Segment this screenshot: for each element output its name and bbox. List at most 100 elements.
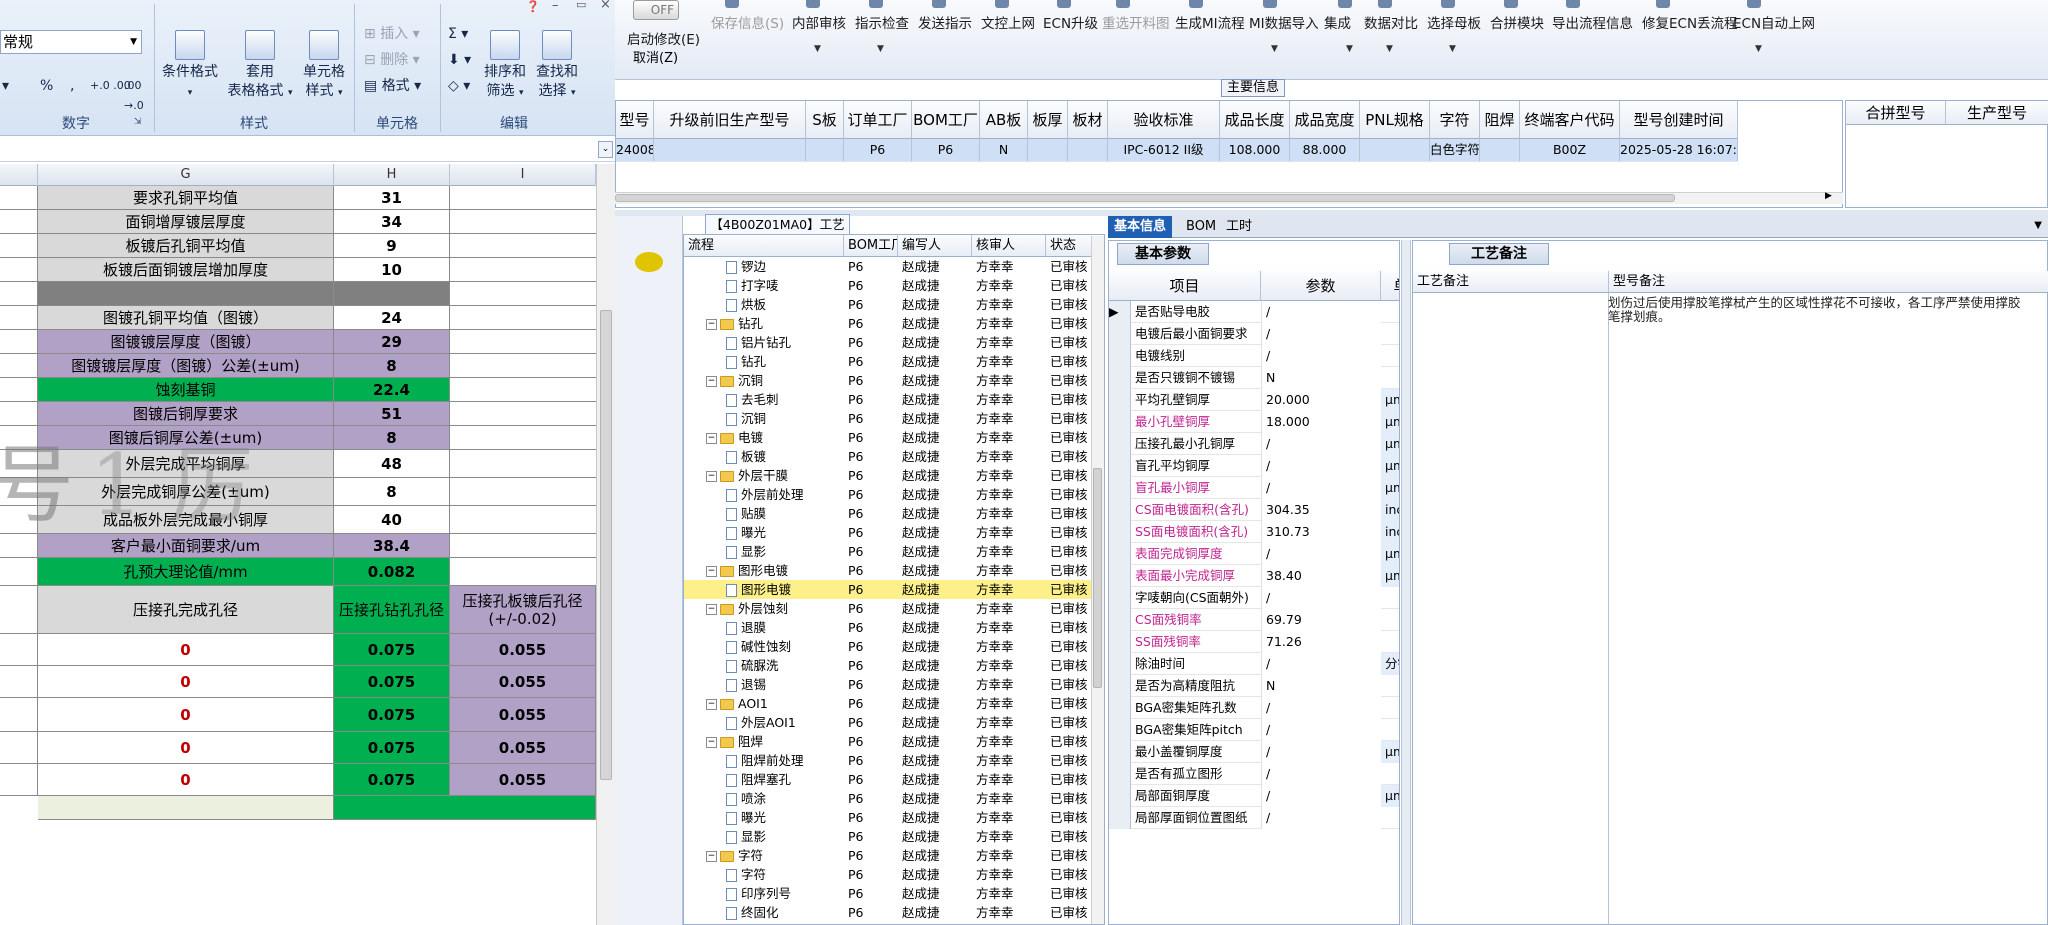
- chevron-down-icon[interactable]: ▼: [1755, 44, 1762, 54]
- param-value[interactable]: /: [1261, 323, 1381, 345]
- param-row[interactable]: 字唛朝向(CS面朝外)/Y: [1109, 587, 1399, 609]
- main-col-header[interactable]: 成品宽度: [1290, 101, 1360, 139]
- label-cell[interactable]: 面铜增厚镀层厚度: [38, 210, 334, 234]
- main-cell[interactable]: [1068, 139, 1108, 161]
- param-row[interactable]: SS面电镀面积(含孔)310.73inch2Y: [1109, 521, 1399, 543]
- flow-row[interactable]: 图形电镀 P6 赵成捷 方幸幸 已审核: [684, 580, 1092, 599]
- column-header-I[interactable]: I: [450, 164, 596, 186]
- flow-row[interactable]: 硫脲洗 P6 赵成捷 方幸幸 已审核: [684, 656, 1092, 675]
- flow-row[interactable]: 锣边 P6 赵成捷 方幸幸 已审核: [684, 257, 1092, 276]
- press-value-cell[interactable]: 0.055: [450, 666, 596, 698]
- empty-cell[interactable]: [450, 282, 596, 306]
- empty-cell[interactable]: [450, 450, 596, 478]
- flow-row[interactable]: 烘板 P6 赵成捷 方幸幸 已审核: [684, 295, 1092, 314]
- flow-row[interactable]: − 外层蚀刻 P6 赵成捷 方幸幸 已审核: [684, 599, 1092, 618]
- cell-style-button[interactable]: 单元格 样式 ▾: [298, 30, 350, 103]
- press-value-cell[interactable]: 0: [38, 732, 334, 764]
- main-cell[interactable]: [1480, 139, 1520, 161]
- flow-col-header[interactable]: 流程: [684, 235, 844, 257]
- dialog-launcher-icon[interactable]: ⇲: [134, 117, 142, 127]
- flow-row[interactable]: − AOI1 P6 赵成捷 方幸幸 已审核: [684, 694, 1092, 713]
- row-stub-cell[interactable]: [0, 210, 38, 234]
- press-value-cell[interactable]: 0.055: [450, 764, 596, 796]
- flow-row[interactable]: − 沉铜 P6 赵成捷 方幸幸 已审核: [684, 371, 1092, 390]
- toolbar-button[interactable]: ECN升级: [1043, 12, 1098, 32]
- main-col-header[interactable]: PNL规格: [1360, 101, 1430, 139]
- label-cell[interactable]: 图镀镀层厚度（图镀）: [38, 330, 334, 354]
- param-row[interactable]: BGA密集矩阵pitch/N: [1109, 719, 1399, 741]
- table-format-button[interactable]: 套用 表格格式 ▾: [224, 30, 296, 103]
- main-cell[interactable]: B00Z: [1520, 139, 1620, 161]
- main-cell[interactable]: [806, 139, 844, 161]
- toolbar-button[interactable]: 指示检查: [855, 12, 909, 32]
- toolbar-button[interactable]: 导出流程信息: [1552, 12, 1633, 32]
- param-row[interactable]: 压接孔最小孔铜厚/μmY: [1109, 433, 1399, 455]
- value-cell[interactable]: 22.4: [334, 378, 450, 402]
- flow-col-header[interactable]: 核审人: [972, 235, 1046, 257]
- param-col-header[interactable]: 单位: [1381, 271, 1399, 301]
- row-stub-cell[interactable]: [0, 306, 38, 330]
- conditional-format-button[interactable]: 条件格式 ▾: [158, 30, 222, 103]
- toolbar-button[interactable]: 选择母板: [1427, 12, 1481, 32]
- param-row[interactable]: CS面电镀面积(含孔)304.35inch2Y: [1109, 499, 1399, 521]
- main-cell[interactable]: 白色字符: [1430, 139, 1480, 161]
- percent-button[interactable]: %: [40, 76, 53, 96]
- param-value[interactable]: /: [1261, 807, 1381, 829]
- flow-row[interactable]: 去毛刺 P6 赵成捷 方幸幸 已审核: [684, 390, 1092, 409]
- toolbar-button[interactable]: 生成MI流程: [1175, 12, 1245, 32]
- collapse-icon[interactable]: −: [706, 737, 717, 748]
- collapse-icon[interactable]: −: [706, 433, 717, 444]
- main-cell[interactable]: IPC-6012 II级: [1108, 139, 1220, 161]
- find-select-button[interactable]: 查找和 选择 ▾: [532, 30, 582, 103]
- press-value-cell[interactable]: 0.055: [450, 634, 596, 666]
- press-value-cell[interactable]: 0: [38, 698, 334, 732]
- param-value[interactable]: 304.35: [1261, 499, 1381, 521]
- chevron-down-icon[interactable]: ▼: [814, 44, 821, 54]
- collapse-icon[interactable]: −: [706, 566, 717, 577]
- empty-cell[interactable]: [450, 186, 596, 210]
- press-value-cell[interactable]: 0.075: [334, 634, 450, 666]
- toolbar-button[interactable]: ECN自动上网: [1733, 12, 1815, 32]
- column-header-G[interactable]: G: [38, 164, 334, 186]
- row-stub-cell[interactable]: [0, 258, 38, 282]
- tab-bom[interactable]: BOM: [1180, 216, 1222, 238]
- toolbar-button[interactable]: 重选开料图: [1102, 12, 1170, 32]
- main-cell[interactable]: 2025-05-28 16:07:04: [1620, 139, 1738, 161]
- collapse-icon[interactable]: −: [706, 319, 717, 330]
- flow-row[interactable]: 曝光 P6 赵成捷 方幸幸 已审核: [684, 808, 1092, 827]
- formula-bar[interactable]: ⌄: [0, 138, 615, 162]
- toolbar-button[interactable]: 发送指示: [918, 12, 972, 32]
- press-value-cell[interactable]: 0.055: [450, 698, 596, 732]
- minimize-icon[interactable]: –: [552, 0, 559, 13]
- main-cell[interactable]: P6: [844, 139, 912, 161]
- main-col-header[interactable]: 型号: [616, 101, 654, 139]
- param-row[interactable]: 是否有孤立图形/N: [1109, 763, 1399, 785]
- main-col-header[interactable]: 订单工厂: [844, 101, 912, 139]
- param-value[interactable]: /: [1261, 477, 1381, 499]
- main-col-header[interactable]: S板: [806, 101, 844, 139]
- cancel-button[interactable]: 取消(Z): [633, 47, 678, 66]
- row-stub-cell[interactable]: [0, 666, 38, 698]
- label-cell[interactable]: 图镀后铜厚要求: [38, 402, 334, 426]
- flow-row[interactable]: 贴膜 P6 赵成捷 方幸幸 已审核: [684, 504, 1092, 523]
- value-cell[interactable]: 29: [334, 330, 450, 354]
- row-stub-cell[interactable]: [0, 186, 38, 210]
- main-col-header[interactable]: 验收标准: [1108, 101, 1220, 139]
- param-col-header[interactable]: 项目: [1109, 271, 1261, 301]
- scroll-right-icon[interactable]: ▶: [1825, 191, 1832, 201]
- column-header-H[interactable]: H: [334, 164, 450, 186]
- main-col-header[interactable]: 板材: [1068, 101, 1108, 139]
- value-cell[interactable]: 9: [334, 234, 450, 258]
- toolbar-button[interactable]: 集成: [1324, 12, 1351, 32]
- collapse-icon[interactable]: −: [706, 604, 717, 615]
- param-value[interactable]: N: [1261, 675, 1381, 697]
- label-cell[interactable]: 要求孔铜平均值: [38, 186, 334, 210]
- param-row[interactable]: CS面残铜率69.79Y: [1109, 609, 1399, 631]
- toolbar-button[interactable]: MI数据导入: [1249, 12, 1319, 32]
- flow-row[interactable]: − 钻孔 P6 赵成捷 方幸幸 已审核: [684, 314, 1092, 333]
- main-col-header[interactable]: 阻焊: [1480, 101, 1520, 139]
- param-value[interactable]: /: [1261, 345, 1381, 367]
- value-cell[interactable]: 48: [334, 450, 450, 478]
- comma-button[interactable]: ,: [70, 76, 74, 96]
- main-cell[interactable]: [1360, 139, 1430, 161]
